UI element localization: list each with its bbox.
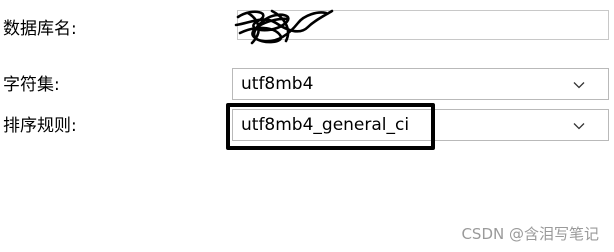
charset-select[interactable]: utf8mb4 bbox=[232, 68, 609, 100]
db-name-input[interactable] bbox=[234, 9, 609, 45]
collation-value: utf8mb4_general_ci bbox=[241, 115, 410, 135]
redaction-scribble bbox=[234, 9, 334, 45]
charset-value: utf8mb4 bbox=[241, 74, 314, 94]
db-name-label: 数据库名: bbox=[3, 19, 77, 39]
charset-label: 字符集: bbox=[3, 75, 60, 95]
collation-select[interactable]: utf8mb4_general_ci bbox=[232, 109, 609, 141]
collation-label: 排序规则: bbox=[3, 116, 77, 136]
chevron-down-icon bbox=[573, 82, 585, 89]
chevron-down-icon bbox=[573, 123, 585, 130]
watermark: CSDN @含泪写笔记 bbox=[461, 225, 599, 243]
